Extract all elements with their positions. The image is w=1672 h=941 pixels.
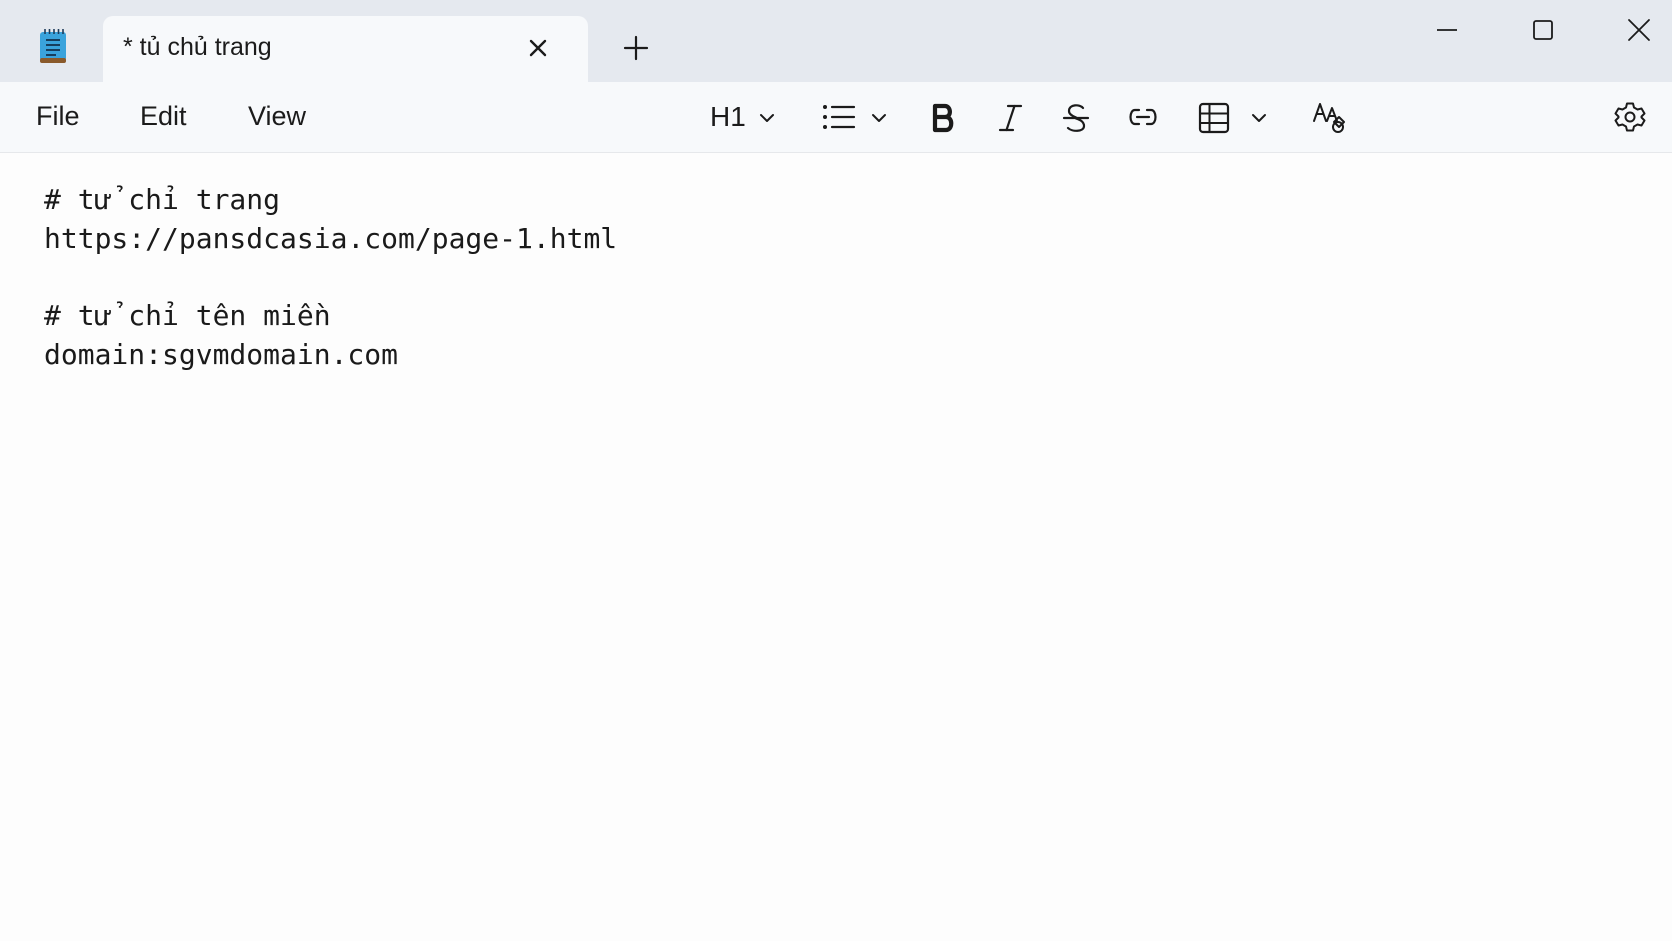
menu-view[interactable]: View: [248, 101, 306, 132]
italic-button[interactable]: [994, 95, 1026, 139]
minimize-button[interactable]: [1419, 10, 1475, 50]
chevron-down-icon: [760, 114, 774, 122]
close-tab-icon[interactable]: [526, 36, 550, 60]
settings-gear-icon: [1614, 102, 1646, 132]
list-dropdown[interactable]: [822, 95, 892, 139]
clear-formatting-button[interactable]: [1310, 95, 1346, 139]
heading-dropdown[interactable]: H1: [710, 95, 780, 139]
document-line-1: # tử chỉ trang: [44, 183, 281, 216]
tab-document[interactable]: * tủ chủ trang: [103, 16, 588, 82]
minimize-icon: [1437, 29, 1457, 31]
italic-icon: [998, 104, 1023, 132]
chevron-down-icon: [872, 114, 886, 122]
link-button[interactable]: [1124, 95, 1162, 139]
close-window-icon: [1628, 19, 1650, 41]
link-icon: [1129, 108, 1157, 126]
bold-icon: [932, 103, 954, 133]
bold-button[interactable]: [928, 95, 960, 139]
heading-level: H1: [710, 101, 746, 132]
document-line-4: # tử chỉ tên miền: [44, 299, 331, 332]
table-dropdown[interactable]: [1198, 95, 1270, 139]
clear-formatting-icon: [1313, 103, 1345, 133]
settings-button[interactable]: [1610, 95, 1650, 139]
tab-title: * tủ chủ trang: [123, 33, 272, 61]
menu-file[interactable]: File: [36, 101, 80, 132]
table-icon: [1198, 102, 1230, 134]
strikethrough-button[interactable]: [1059, 95, 1093, 139]
notepad-window: * tủ chủ trang File Edit View H1 # tử ch…: [0, 0, 1672, 941]
close-window-button[interactable]: [1611, 10, 1667, 50]
document-line-5: domain:sgvmdomain.com: [44, 338, 399, 371]
title-bar: * tủ chủ trang: [0, 0, 1672, 82]
editor-area[interactable]: # tử chỉ trang https://pansdcasia.com/pa…: [0, 153, 1672, 941]
maximize-icon: [1533, 20, 1553, 40]
maximize-button[interactable]: [1515, 10, 1571, 50]
chevron-down-icon: [1252, 114, 1266, 122]
list-icon: [823, 105, 856, 129]
notepad-app-icon: [40, 29, 66, 63]
document-line-2: https://pansdcasia.com/page-1.html: [44, 222, 618, 255]
menu-edit[interactable]: Edit: [140, 101, 187, 132]
strikethrough-icon: [1062, 104, 1090, 132]
menu-toolbar: File Edit View H1: [0, 82, 1672, 153]
new-tab-plus-icon[interactable]: [622, 34, 650, 62]
